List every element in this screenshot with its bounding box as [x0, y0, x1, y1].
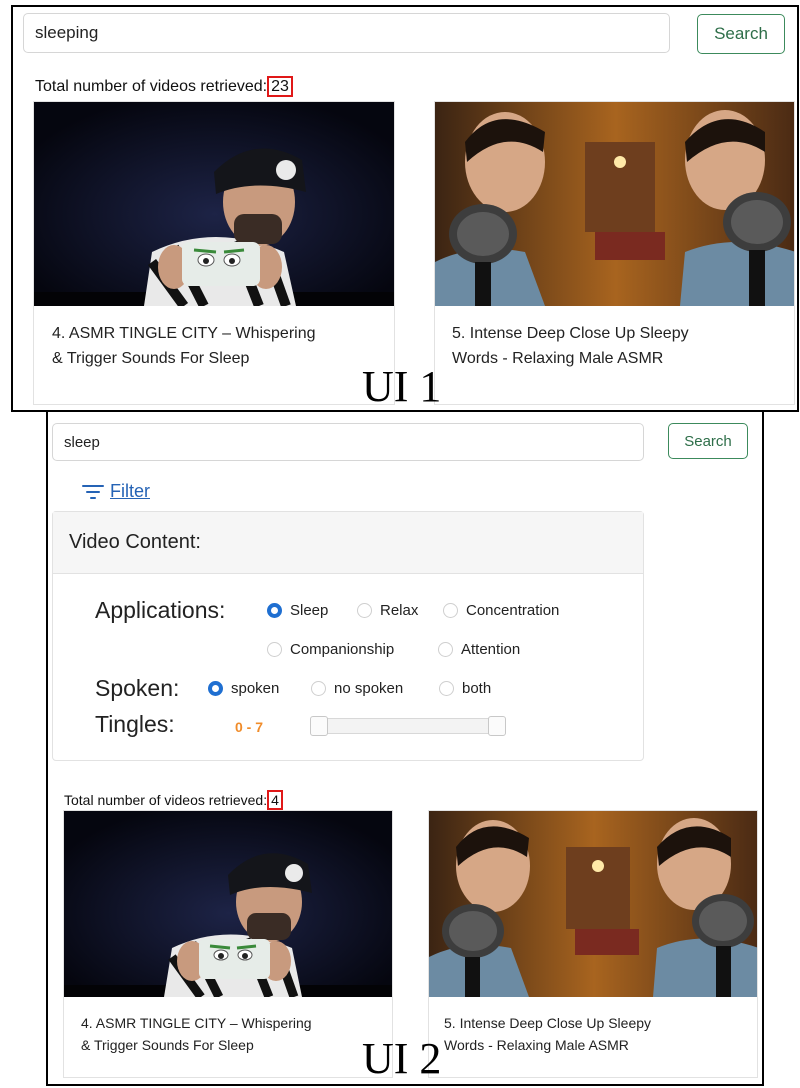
- video-title-line: 5. Intense Deep Close Up Sleepy: [452, 325, 689, 342]
- radio-unselected-icon: [311, 681, 326, 696]
- radio-label: Sleep: [290, 602, 329, 619]
- radio-unselected-icon: [357, 603, 372, 618]
- radio-sleep[interactable]: Sleep: [267, 602, 328, 619]
- results-count: Total number of videos retrieved: 23: [35, 76, 293, 97]
- results-count-value: 23: [267, 76, 293, 97]
- radio-label: spoken: [231, 680, 280, 697]
- radio-selected-icon: [208, 681, 223, 696]
- tingles-range-value: 0 - 7: [235, 719, 264, 735]
- video-card[interactable]: 4. ASMR TINGLE CITY – Whispering & Trigg…: [33, 101, 395, 405]
- search-input[interactable]: [23, 13, 670, 53]
- video-thumbnail[interactable]: [429, 811, 757, 997]
- filter-panel-header: Video Content:: [53, 512, 643, 574]
- video-title[interactable]: 5. Intense Deep Close Up Sleepy Words - …: [452, 322, 689, 372]
- video-title[interactable]: 4. ASMR TINGLE CITY – Whispering & Trigg…: [81, 1013, 312, 1056]
- radio-selected-icon: [267, 603, 282, 618]
- radio-attention[interactable]: Attention: [438, 641, 520, 658]
- radio-concentration[interactable]: Concentration: [443, 602, 559, 619]
- video-title-line: Words - Relaxing Male ASMR: [444, 1036, 629, 1053]
- radio-label: both: [462, 680, 492, 697]
- filter-heading: Video Content:: [69, 531, 201, 553]
- video-title-line: & Trigger Sounds For Sleep: [81, 1036, 254, 1053]
- ui2-panel: Search Filter Video Content: Application…: [46, 410, 764, 1086]
- video-card[interactable]: 5. Intense Deep Close Up Sleepy Words - …: [434, 101, 795, 405]
- radio-unselected-icon: [443, 603, 458, 618]
- search-button[interactable]: Search: [697, 14, 785, 54]
- radio-both[interactable]: both: [439, 680, 491, 697]
- video-title[interactable]: 5. Intense Deep Close Up Sleepy Words - …: [444, 1013, 651, 1056]
- radio-label: Companionship: [290, 641, 395, 658]
- radio-relax[interactable]: Relax: [357, 602, 418, 619]
- video-title[interactable]: 4. ASMR TINGLE CITY – Whispering & Trigg…: [52, 322, 316, 372]
- ui1-panel: Search Total number of videos retrieved:…: [11, 5, 799, 412]
- video-thumbnail[interactable]: [435, 102, 794, 306]
- results-count-value: 4: [267, 790, 283, 810]
- filter-label: Filter: [110, 481, 150, 501]
- search-button[interactable]: Search: [668, 423, 748, 459]
- applications-label: Applications:: [95, 597, 226, 623]
- results-count-label: Total number of videos retrieved:: [64, 792, 268, 808]
- results-count: Total number of videos retrieved: 4: [64, 790, 283, 810]
- video-title-line: 4. ASMR TINGLE CITY – Whispering: [81, 1015, 312, 1031]
- tingles-slider[interactable]: [310, 716, 506, 736]
- video-card[interactable]: 5. Intense Deep Close Up Sleepy Words - …: [428, 810, 758, 1078]
- filter-icon: [82, 484, 104, 499]
- video-title-line: Words - Relaxing Male ASMR: [452, 349, 664, 367]
- radio-unselected-icon: [439, 681, 454, 696]
- video-card[interactable]: 4. ASMR TINGLE CITY – Whispering & Trigg…: [63, 810, 393, 1078]
- radio-spoken[interactable]: spoken: [208, 680, 279, 697]
- radio-label: Attention: [461, 641, 521, 658]
- radio-no-spoken[interactable]: no spoken: [311, 680, 403, 697]
- radio-unselected-icon: [438, 642, 453, 657]
- results-count-label: Total number of videos retrieved:: [35, 78, 268, 95]
- tingles-label: Tingles:: [95, 711, 175, 737]
- ui-label: UI 2: [362, 1034, 442, 1083]
- radio-companionship[interactable]: Companionship: [267, 641, 394, 658]
- slider-min-handle[interactable]: [310, 716, 328, 736]
- video-thumbnail[interactable]: [34, 102, 394, 306]
- search-input[interactable]: [52, 423, 644, 461]
- radio-label: Concentration: [466, 602, 560, 619]
- slider-max-handle[interactable]: [488, 716, 506, 736]
- radio-label: no spoken: [334, 680, 404, 697]
- spoken-label: Spoken:: [95, 675, 180, 701]
- video-title-line: 4. ASMR TINGLE CITY – Whispering: [52, 325, 316, 342]
- radio-unselected-icon: [267, 642, 282, 657]
- ui-label: UI 1: [362, 362, 442, 411]
- radio-label: Relax: [380, 602, 419, 619]
- video-thumbnail[interactable]: [64, 811, 392, 997]
- video-title-line: & Trigger Sounds For Sleep: [52, 349, 250, 367]
- filter-panel: Video Content: Applications: Sleep Relax…: [52, 511, 644, 761]
- filter-toggle[interactable]: Filter: [82, 481, 150, 502]
- video-title-line: 5. Intense Deep Close Up Sleepy: [444, 1015, 652, 1031]
